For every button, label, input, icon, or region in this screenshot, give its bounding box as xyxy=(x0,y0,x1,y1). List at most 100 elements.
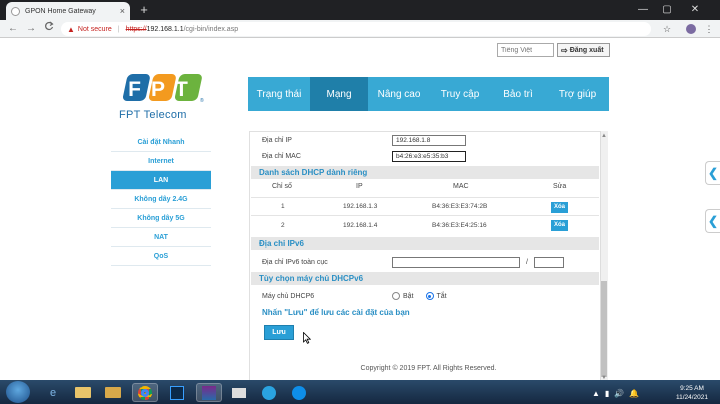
close-window-button[interactable]: ✕ xyxy=(684,0,706,20)
tab-tro-giup[interactable]: Trợ giúp xyxy=(546,77,609,111)
table-row-1-mac: B4:36:E3:E3:74:2B xyxy=(432,203,488,210)
back-button[interactable]: ← xyxy=(6,20,20,38)
browser-tab[interactable]: GPON Home Gateway × xyxy=(6,2,130,20)
scrollbar-thumb[interactable] xyxy=(601,281,607,377)
photoshop-icon[interactable] xyxy=(164,383,190,402)
sidebar-item-wireless-5g[interactable]: Không dây 5G xyxy=(111,209,211,228)
save-hint: Nhấn "Lưu" để lưu các cài đặt của bạn xyxy=(262,308,410,317)
col-edit: Sửa xyxy=(553,183,567,190)
teamviewer-icon[interactable] xyxy=(286,383,312,402)
divider xyxy=(251,197,599,198)
url-bar[interactable]: ▲ Not secure | https:// 192.168.1.1 /cgi… xyxy=(61,22,651,36)
delete-button-2[interactable]: Xóa xyxy=(551,220,568,231)
internet-explorer-icon[interactable]: e xyxy=(40,383,66,402)
table-row-2-mac: B4:36:E3:E4:25:16 xyxy=(432,222,487,229)
table-row-2-index: 2 xyxy=(281,222,285,229)
clock[interactable]: 9:25 AM 11/24/2021 xyxy=(672,384,712,402)
reload-icon xyxy=(45,21,54,31)
logout-button[interactable]: ⇨ Đăng xuất xyxy=(557,43,610,57)
system-tray: ▲ ▮ 🔊 🔔 xyxy=(592,383,639,403)
sidebar-item-lan[interactable]: LAN xyxy=(111,171,211,190)
sidebar-item-qos[interactable]: QoS xyxy=(111,247,211,266)
language-input[interactable] xyxy=(497,43,554,57)
globe-icon xyxy=(11,6,20,16)
radio-on[interactable] xyxy=(392,292,400,300)
col-ip: IP xyxy=(356,183,363,190)
profile-avatar[interactable] xyxy=(686,24,696,34)
top-navigation: Trạng thái Mạng Nâng cao Truy cập Bảo tr… xyxy=(248,77,609,111)
side-tab-2[interactable]: ❮ xyxy=(705,209,720,233)
mouse-cursor-icon xyxy=(303,332,311,344)
mac-input[interactable] xyxy=(392,150,466,162)
dhcpv6-off-label: Tắt xyxy=(436,292,447,300)
url-path: /cgi-bin/index.asp xyxy=(183,25,239,33)
tab-mang[interactable]: Mạng xyxy=(310,77,368,111)
folder-icon[interactable] xyxy=(100,383,126,402)
volume-icon[interactable]: 🔊 xyxy=(614,389,624,398)
menu-icon[interactable]: ⋮ xyxy=(702,20,716,38)
col-mac: MAC xyxy=(453,183,469,190)
dhcp-section-title: Danh sách DHCP dành riêng xyxy=(251,166,599,179)
security-status[interactable]: Not secure xyxy=(78,26,112,33)
side-navigation: Cài đặt Nhanh Internet LAN Không dây 2.4… xyxy=(111,133,211,266)
notification-icon[interactable]: 🔔 xyxy=(629,389,639,398)
sidebar-item-internet[interactable]: Internet xyxy=(111,152,211,171)
ipv6-row: Địa chỉ IPv6 toàn cục / xyxy=(254,255,600,269)
new-tab-button[interactable]: + xyxy=(137,3,151,17)
maximize-button[interactable]: ▢ xyxy=(656,0,678,20)
battery-icon[interactable]: ▮ xyxy=(605,389,609,398)
radio-off[interactable] xyxy=(425,292,434,300)
tray-expand-icon[interactable]: ▲ xyxy=(592,389,600,398)
dhcpv6-section-title: Tùy chọn máy chủ DHCPv6 xyxy=(251,272,599,285)
email-icon[interactable] xyxy=(226,383,252,402)
tab-title: GPON Home Gateway xyxy=(25,7,96,15)
clock-time: 9:25 AM xyxy=(680,385,704,392)
tab-truy-cap[interactable]: Truy cập xyxy=(430,77,490,111)
windows-start-button[interactable] xyxy=(6,381,30,403)
winrar-icon[interactable] xyxy=(196,383,222,402)
ip-input[interactable] xyxy=(392,134,466,146)
table-row-2-ip: 192.168.1.4 xyxy=(343,222,378,229)
bookmark-star-icon[interactable]: ☆ xyxy=(660,20,674,38)
sidebar-item-wireless-24g[interactable]: Không dây 2.4G xyxy=(111,190,211,209)
ip-label: Địa chỉ IP xyxy=(262,136,292,144)
telegram-icon[interactable] xyxy=(256,383,282,402)
ipv6-global-input[interactable] xyxy=(392,256,520,268)
url-scheme: https:// xyxy=(125,25,147,33)
reload-button[interactable] xyxy=(42,20,56,38)
minimize-button[interactable]: — xyxy=(632,0,654,20)
scroll-up-icon[interactable]: ▲ xyxy=(601,133,607,139)
ipv6-global-label: Địa chỉ IPv6 toàn cục xyxy=(262,258,328,266)
logout-label: Đăng xuất xyxy=(569,46,604,54)
dhcpv6-off-option[interactable]: Tắt xyxy=(425,292,447,300)
forward-button[interactable]: → xyxy=(24,20,38,38)
url-separator: | xyxy=(117,25,120,33)
sidebar-item-nat[interactable]: NAT xyxy=(111,228,211,247)
tab-close-icon[interactable]: × xyxy=(120,6,125,16)
dhcpv6-row: Máy chủ DHCP6 Bật Tắt xyxy=(254,289,600,303)
ipv6-prefix-input[interactable] xyxy=(533,256,564,268)
tab-bao-tri[interactable]: Bảo trì xyxy=(490,77,546,111)
ipv6-section-title: Địa chỉ IPv6 xyxy=(251,237,599,250)
logo-letters: FPT xyxy=(128,78,198,101)
side-tab-1[interactable]: ❮ xyxy=(705,161,720,185)
chrome-icon[interactable] xyxy=(132,383,158,402)
delete-button-1[interactable]: Xóa xyxy=(551,202,568,213)
copyright: Copyright © 2019 FPT. All Rights Reserve… xyxy=(360,365,497,372)
file-explorer-icon[interactable] xyxy=(70,383,96,402)
tab-trang-thai[interactable]: Trạng thái xyxy=(248,77,310,111)
dhcpv6-label: Máy chủ DHCP6 xyxy=(262,292,315,300)
tab-nang-cao[interactable]: Nâng cao xyxy=(368,77,430,111)
save-button[interactable]: Lưu xyxy=(264,325,294,340)
table-row-1-index: 1 xyxy=(281,203,285,210)
dhcpv6-on-option[interactable]: Bật xyxy=(392,292,414,300)
divider xyxy=(251,215,599,216)
mac-label: Địa chỉ MAC xyxy=(262,152,301,160)
dhcpv6-on-label: Bật xyxy=(403,292,414,300)
brand-name: FPT Telecom xyxy=(119,109,187,121)
url-host: 192.168.1.1 xyxy=(146,25,184,33)
mac-row: Địa chỉ MAC xyxy=(254,149,600,163)
ip-row: Địa chỉ IP xyxy=(254,133,600,147)
sidebar-item-quick-setup[interactable]: Cài đặt Nhanh xyxy=(111,133,211,152)
ipv6-prefix-separator: / xyxy=(526,258,528,266)
